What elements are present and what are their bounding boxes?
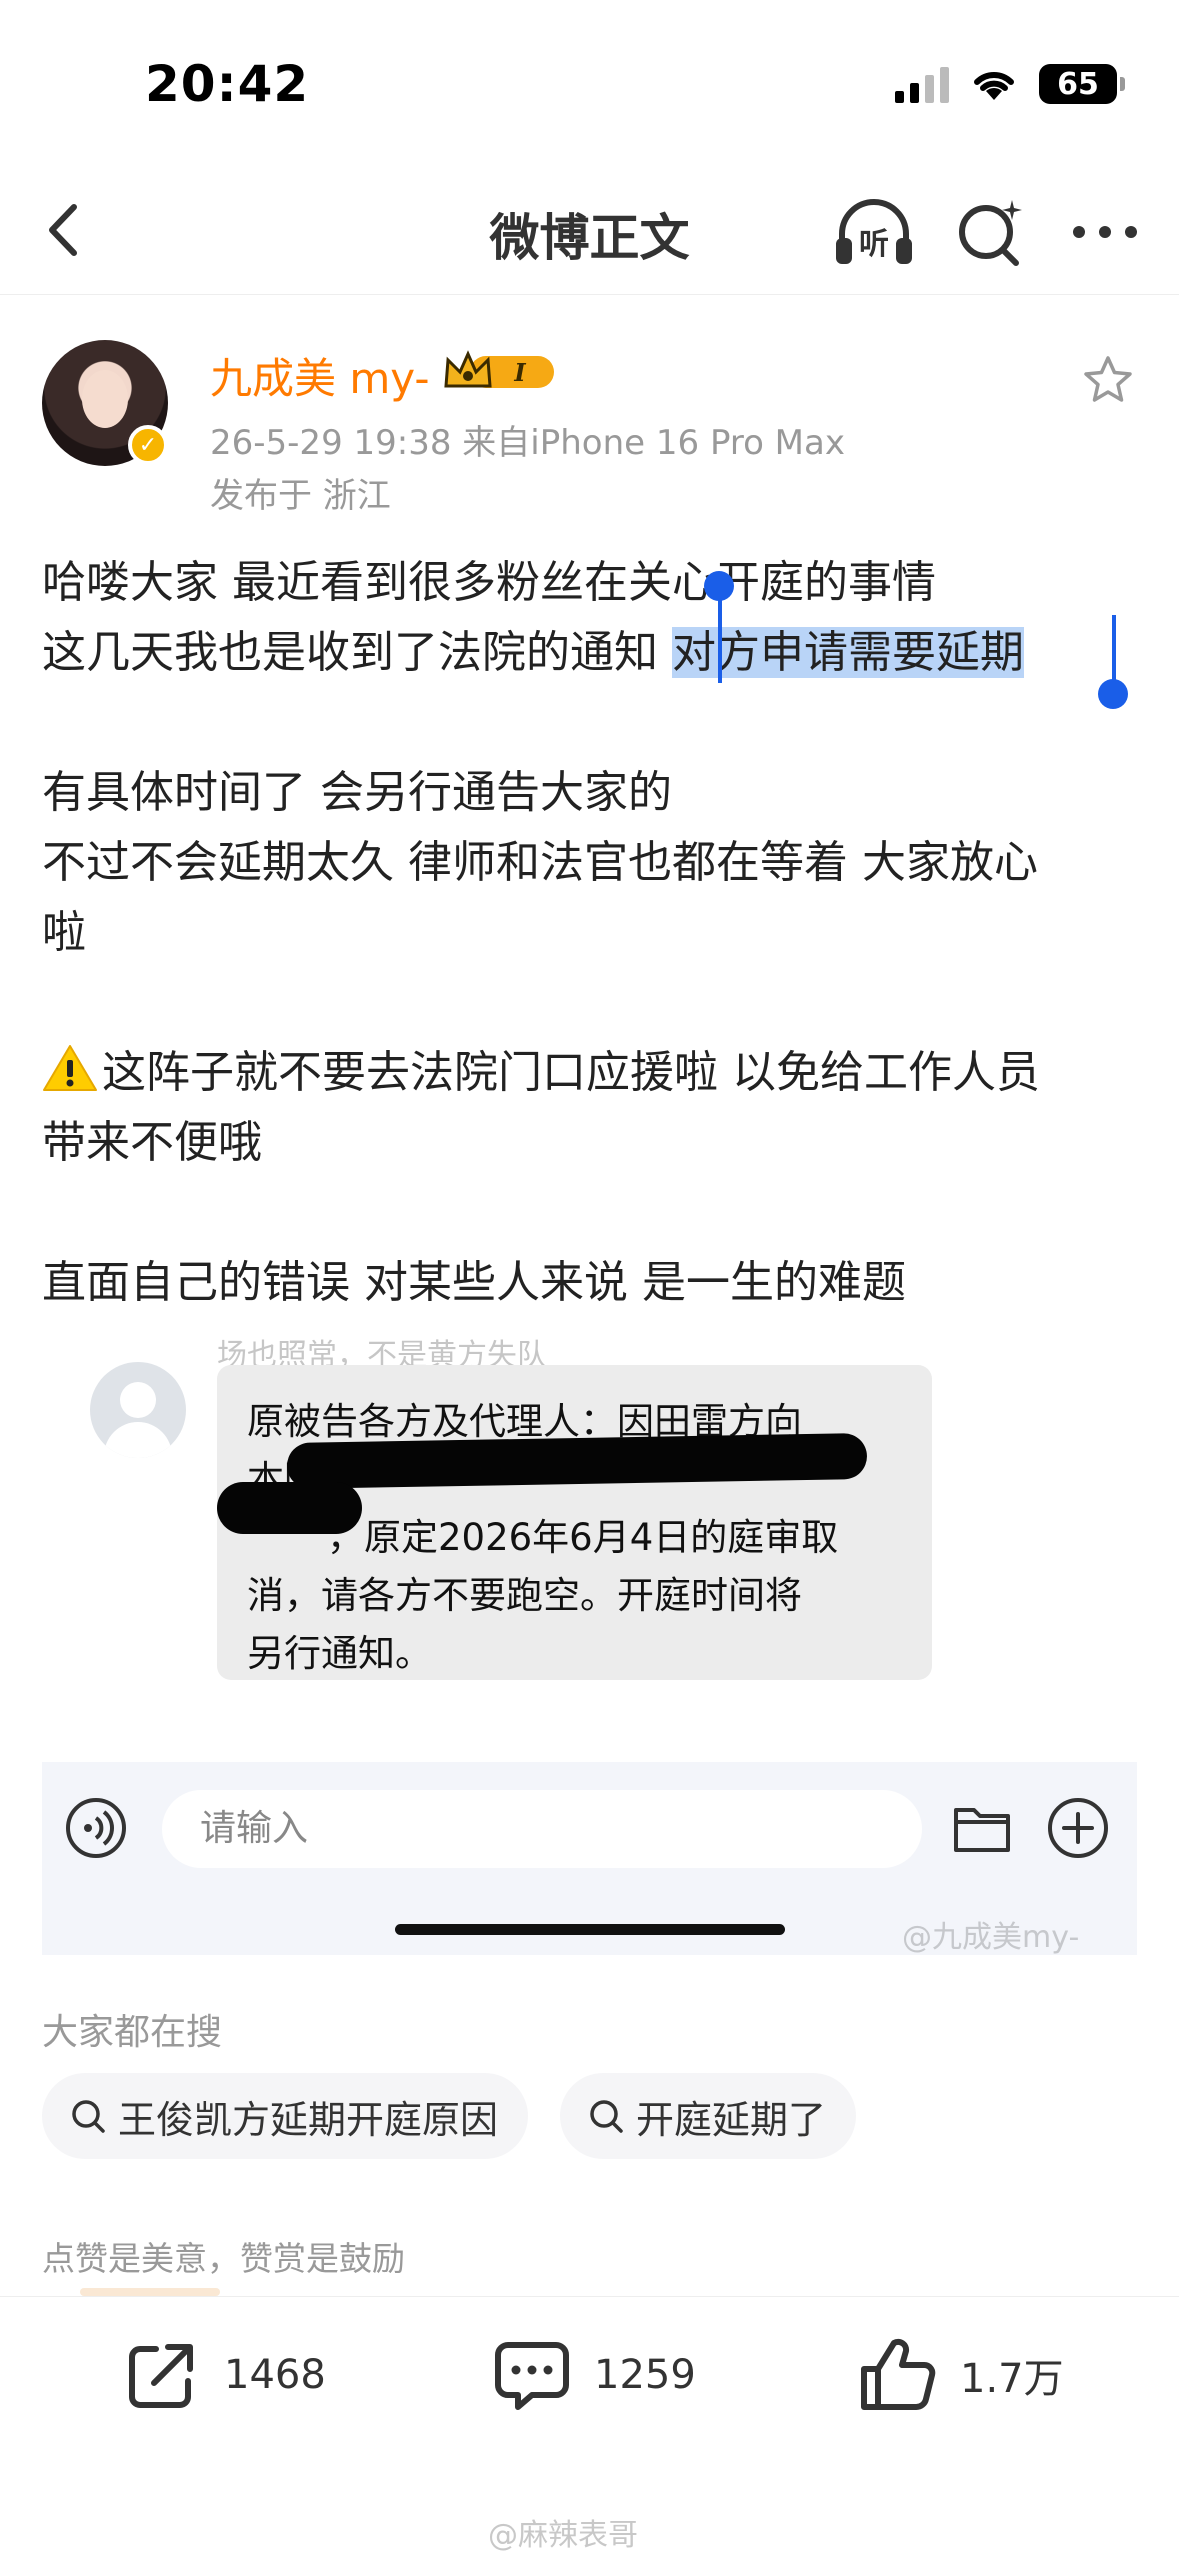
post-body: 哈喽大家 最近看到很多粉丝在关心开庭的事情 这几天我也是收到了法院的通知 对方申… (42, 548, 1142, 1318)
post-line: 哈喽大家 最近看到很多粉丝在关心开庭的事情 (42, 557, 936, 608)
verified-badge-icon: ✓ (128, 425, 168, 465)
post-line: 直面自己的错误 对某些人来说 是一生的难题 (42, 1257, 906, 1308)
selected-text[interactable]: 对方申请需要延期 (672, 627, 1024, 678)
folder-icon (954, 1808, 1010, 1852)
selection-start-handle[interactable] (704, 571, 734, 683)
battery-icon: 65 (1039, 64, 1125, 104)
embed-home-indicator (395, 1924, 785, 1935)
screenshot-watermark: @麻辣表哥 (488, 2518, 638, 2553)
comment-icon (495, 2342, 569, 2410)
share-button[interactable]: 1468 (122, 2335, 326, 2415)
voice-icon (66, 1798, 126, 1858)
plus-icon (1048, 1798, 1108, 1858)
selection-end-handle[interactable] (1098, 615, 1128, 709)
favorite-star-icon[interactable] (1080, 352, 1136, 408)
share-count: 1468 (224, 2352, 326, 2398)
comment-button[interactable]: 1259 (492, 2335, 696, 2415)
nav-bar: 微博正文 听 (0, 170, 1179, 295)
embed-default-avatar (90, 1362, 186, 1458)
search-icon[interactable] (950, 192, 1030, 272)
action-bar: 1468 1259 1.7万 (0, 2296, 1179, 2456)
battery-level: 65 (1057, 66, 1099, 102)
post-line: 带来不便哦 (42, 1117, 262, 1168)
hot-search-label: 王俊凯方延期开庭原因 (118, 2097, 499, 2142)
share-icon (129, 2344, 193, 2408)
search-icon (72, 2100, 105, 2133)
embed-chat-input-bar: 请输入 @九成美my- (42, 1762, 1137, 1955)
post-line: 这几天我也是收到了法院的通知 对方申请需要延期 (42, 618, 1142, 688)
redaction-mark (217, 1482, 362, 1534)
status-icons: 65 (895, 64, 1125, 104)
like-count: 1.7万 (960, 2356, 1064, 2402)
status-bar: 20:42 65 (0, 0, 1179, 170)
search-icon (590, 2100, 623, 2133)
post-text: 这阵子就不要去法院门口应援啦 以免给工作人员 (102, 1047, 1040, 1098)
post-line: 这阵子就不要去法院门口应援啦 以免给工作人员 (42, 1038, 1142, 1108)
warning-icon (43, 1045, 97, 1091)
more-icon[interactable] (1065, 192, 1145, 272)
post-text: 这几天我也是收到了法院的通知 (42, 627, 672, 678)
post-line: 啦 (42, 907, 86, 958)
author-username[interactable]: 九成美 my- (210, 345, 430, 406)
hot-search-chip[interactable]: 王俊凯方延期开庭原因 (42, 2073, 529, 2159)
post-timestamp-source: 26-5-29 19:38 来自iPhone 16 Pro Max (210, 423, 845, 463)
embed-message-line: 另行通知。 (247, 1632, 432, 1675)
like-button[interactable]: 1.7万 (858, 2335, 1064, 2415)
wifi-icon (974, 71, 1014, 100)
embed-message-line: 消，请各方不要跑空。开庭时间将 (247, 1574, 802, 1617)
post-location: 发布于 浙江 (210, 476, 391, 516)
cellular-signal-icon (895, 65, 949, 103)
vip-crown-icon: I (444, 350, 554, 388)
thumbs-up-icon (861, 2338, 936, 2410)
hot-search-chip[interactable]: 开庭延期了 (560, 2073, 857, 2159)
svg-text:听: 听 (859, 227, 889, 262)
reward-text: 点赞是美意，赞赏是鼓励 (42, 2239, 405, 2278)
post-line: 有具体时间了 会另行通告大家的 (42, 767, 672, 818)
listen-headphones-icon[interactable]: 听 (832, 192, 916, 272)
post-line: 不过不会延期太久 律师和法官也都在等着 大家放心 (42, 837, 1038, 888)
reward-section-peek (80, 2288, 220, 2296)
status-time: 20:42 (145, 55, 310, 113)
hot-search-label: 开庭延期了 (636, 2097, 827, 2142)
post-image[interactable]: 场也照常，不是黄方失队 原被告各方及代理人：因田雷方向 本院 ，原定2026年6… (42, 1330, 1137, 1955)
image-watermark: @九成美my- (902, 1920, 1080, 1955)
comment-count: 1259 (594, 2352, 696, 2398)
hot-search-title: 大家都在搜 (42, 2012, 223, 2053)
embed-input-field: 请输入 (162, 1790, 922, 1868)
vip-level: I (513, 358, 526, 387)
